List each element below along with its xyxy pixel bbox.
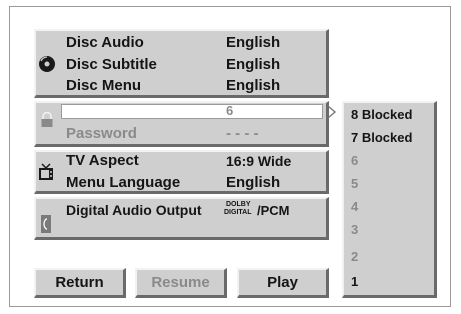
resume-button[interactable]: Resume [135,268,227,298]
rating-option[interactable]: 1 [351,274,358,289]
speaker-icon [40,214,52,239]
password-value[interactable]: - - - - [226,125,258,143]
rating-option[interactable]: 8 Blocked [351,107,412,122]
disc-menu-value[interactable]: English [226,77,280,95]
disc-subtitle-value[interactable]: English [226,56,280,74]
password-label[interactable]: Password [66,125,137,143]
disc-icon [38,55,56,78]
dolby-digital-line2: DIGITAL [224,209,252,216]
disc-audio-value[interactable]: English [226,34,280,52]
rating-option[interactable]: 4 [351,199,358,214]
rating-selector[interactable] [61,104,323,119]
disc-menu-label[interactable]: Disc Menu [66,77,141,95]
digital-audio-output-label[interactable]: Digital Audio Output [66,201,202,219]
lock-icon [40,111,54,133]
disc-audio-label[interactable]: Disc Audio [66,34,144,52]
rating-value[interactable]: 6 [226,103,233,119]
dolby-digital-line1: DOLBY [226,201,251,208]
rating-option[interactable]: 6 [351,153,358,168]
digital-audio-output-value[interactable]: /PCM [257,202,290,220]
menu-language-label[interactable]: Menu Language [66,174,180,192]
disc-subtitle-label[interactable]: Disc Subtitle [66,56,157,74]
play-button[interactable]: Play [237,268,329,298]
tv-aspect-label[interactable]: TV Aspect [66,152,139,170]
rating-option[interactable]: 7 Blocked [351,130,412,145]
menu-language-value[interactable]: English [226,174,280,192]
rating-option[interactable]: 2 [351,249,358,264]
tv-icon [38,163,54,186]
tv-aspect-value[interactable]: 16:9 Wide [226,152,291,170]
rating-option[interactable]: 5 [351,176,358,191]
arrow-right-icon [327,105,337,124]
rating-option[interactable]: 3 [351,222,358,237]
return-button[interactable]: Return [34,268,126,298]
